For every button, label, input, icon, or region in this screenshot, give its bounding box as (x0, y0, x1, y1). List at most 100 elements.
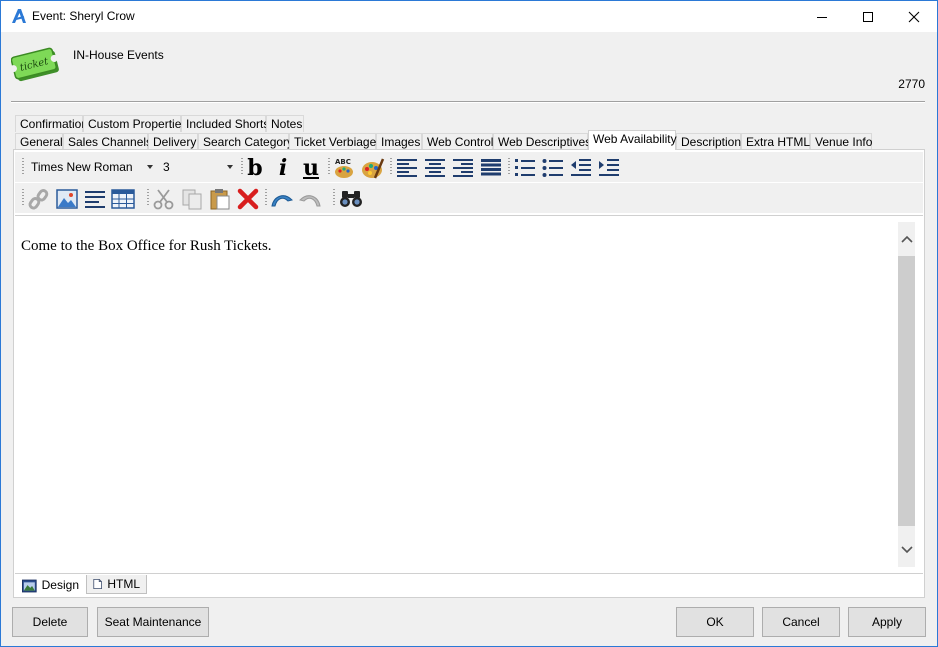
bold-button[interactable]: b (243, 155, 267, 181)
tab-delivery[interactable]: Delivery (148, 133, 198, 150)
outdent-button[interactable] (569, 156, 593, 180)
close-icon (908, 11, 920, 22)
format-toolbar: Times New Roman 3 b i u ABC (15, 152, 923, 182)
bold-label: b (247, 155, 263, 181)
editor-content[interactable]: Come to the Box Office for Rush Tickets. (21, 238, 272, 255)
insert-table-button[interactable] (111, 187, 135, 211)
justify-button[interactable] (479, 156, 503, 180)
tab-sales-channels[interactable]: Sales Channels (63, 133, 152, 150)
tab-web-availability[interactable]: Web Availability (588, 130, 677, 150)
tab-notes[interactable]: Notes (266, 115, 304, 132)
chevron-down-icon (900, 546, 913, 554)
html-page-icon (93, 578, 102, 590)
image-icon (56, 189, 78, 209)
undo-button[interactable] (270, 187, 294, 211)
tab-search-category[interactable]: Search Category (198, 133, 293, 150)
tab-custom-properties[interactable]: Custom Properties (83, 115, 187, 132)
tab-web-control[interactable]: Web Control (422, 133, 493, 150)
spell-check-button[interactable]: ABC (333, 156, 357, 180)
numbered-list-button[interactable] (513, 156, 537, 180)
event-window: Event: Sheryl Crow ticket IN-House Event… (0, 0, 938, 647)
scroll-up-button[interactable] (898, 224, 915, 254)
tab-confirmation[interactable]: Confirmation (15, 115, 88, 132)
tab-extra-html[interactable]: Extra HTML (741, 133, 810, 150)
tab-venue-info[interactable]: Venue Info (810, 133, 872, 150)
scissors-icon (153, 189, 174, 210)
palette-icon (362, 158, 385, 179)
chevron-down-icon (147, 165, 153, 169)
tab-design[interactable]: Design (16, 576, 85, 595)
font-size-select[interactable]: 3 (159, 157, 237, 177)
app-logo-icon (12, 9, 26, 23)
rich-text-editor[interactable]: Come to the Box Office for Rush Tickets. (15, 215, 923, 574)
delete-button[interactable] (236, 187, 260, 211)
scroll-down-button[interactable] (898, 535, 915, 565)
underline-button[interactable]: u (299, 155, 323, 181)
paragraph-icon (85, 191, 105, 208)
find-button[interactable] (339, 187, 363, 211)
minimize-icon (817, 16, 827, 18)
maximize-icon (863, 11, 873, 22)
tab-ticket-verbiage[interactable]: Ticket Verbiage (289, 133, 376, 150)
tab-label: Web Descriptives (498, 135, 592, 149)
tab-general[interactable]: General (15, 133, 63, 150)
toolbar-grip (508, 158, 510, 176)
chevron-down-icon (227, 165, 233, 169)
tab-label: General (20, 135, 63, 149)
spell-check-icon: ABC (335, 158, 353, 178)
seat-maintenance-button[interactable]: Seat Maintenance (97, 607, 209, 637)
align-right-button[interactable] (451, 156, 475, 180)
maximize-button[interactable] (845, 1, 891, 32)
color-palette-button[interactable] (361, 156, 385, 180)
toolbar-grip[interactable] (22, 158, 24, 176)
tab-included-shorts[interactable]: Included Shorts (181, 115, 269, 132)
binoculars-icon (340, 191, 362, 207)
cancel-button[interactable]: Cancel (762, 607, 840, 637)
tab-label: Description (681, 135, 742, 149)
tab-label: Design (41, 578, 79, 592)
align-left-button[interactable] (395, 156, 419, 180)
tab-description[interactable]: Description (676, 133, 741, 150)
italic-button[interactable]: i (271, 155, 295, 181)
tab-web-descriptives[interactable]: Web Descriptives (493, 133, 592, 150)
tab-label: Web Availability (593, 132, 677, 146)
undo-icon (271, 195, 293, 207)
apply-button[interactable]: Apply (848, 607, 926, 637)
copy-button[interactable] (180, 187, 204, 211)
cut-button[interactable] (152, 187, 176, 211)
scroll-thumb[interactable] (898, 256, 915, 526)
tab-html[interactable]: HTML (86, 575, 147, 594)
insert-image-button[interactable] (55, 187, 79, 211)
font-family-select[interactable]: Times New Roman (27, 157, 157, 177)
header-divider (11, 101, 925, 103)
paste-button[interactable] (208, 187, 232, 211)
tab-label: Web Control (427, 135, 494, 149)
numbered-list-icon (515, 159, 535, 176)
delete-event-button[interactable]: Delete (12, 607, 88, 637)
chevron-up-icon (900, 235, 913, 243)
tab-label: Custom Properties (88, 117, 188, 131)
insert-link-button[interactable] (27, 187, 51, 211)
redo-icon (299, 195, 321, 207)
bullet-list-button[interactable] (541, 156, 565, 180)
tab-images[interactable]: Images (376, 133, 422, 150)
indent-button[interactable] (597, 156, 621, 180)
align-center-icon (425, 159, 445, 177)
redo-button[interactable] (298, 187, 322, 211)
ok-button[interactable]: OK (676, 607, 754, 637)
indent-icon (599, 159, 619, 176)
toolbar-grip (147, 189, 149, 207)
design-icon (22, 579, 37, 592)
clipboard-icon (210, 189, 230, 210)
vertical-scrollbar[interactable] (898, 222, 915, 567)
close-button[interactable] (891, 1, 937, 32)
paragraph-format-button[interactable] (83, 187, 107, 211)
tab-label: Notes (271, 117, 303, 131)
italic-label: i (278, 155, 288, 181)
copy-icon (182, 189, 202, 210)
tab-label: Sales Channels (68, 135, 153, 149)
align-center-button[interactable] (423, 156, 447, 180)
minimize-button[interactable] (799, 1, 845, 32)
toolbar-grip[interactable] (22, 189, 24, 207)
toolbar-grip (390, 158, 392, 176)
